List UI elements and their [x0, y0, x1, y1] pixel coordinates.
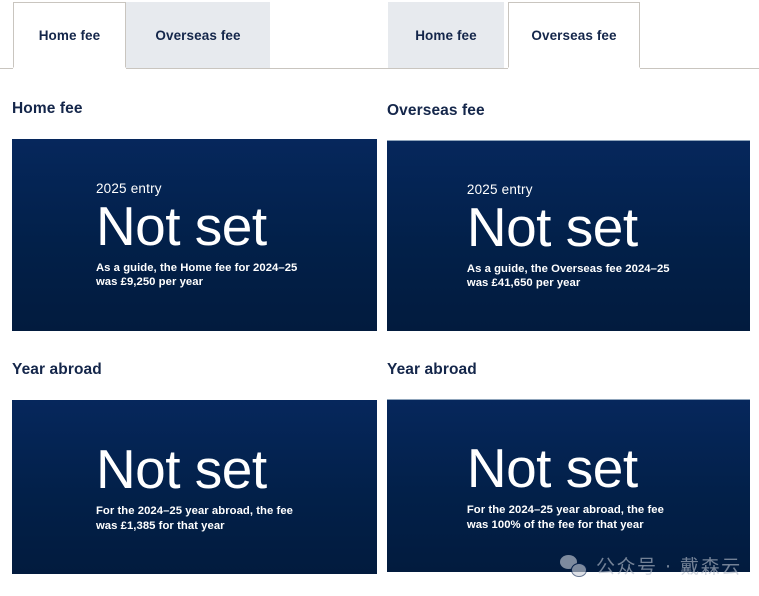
page-title-home-fee: Home fee [12, 100, 83, 117]
entry-year-label: 2025 entry [95, 180, 162, 196]
fee-card-year-abroad: Not set For the 2024–25 year abroad, the… [12, 400, 377, 574]
fee-card-year-abroad: Not set For the 2024–25 year abroad, the… [387, 399, 750, 572]
fee-note: As a guide, the Overseas fee 2024–25 was… [466, 262, 670, 290]
fee-card-content: 2025 entry Not set As a guide, the Overs… [467, 141, 736, 331]
tab-right-home-fee[interactable]: Home fee [388, 2, 504, 68]
section-title-year-abroad: Year abroad [12, 361, 102, 378]
fee-card-content: Not set For the 2024–25 year abroad, the… [96, 400, 362, 574]
entry-year-label: 2025 entry [466, 181, 533, 197]
page-root: Home fee Overseas fee Home fee Overseas … [0, 0, 759, 596]
tab-label: Overseas fee [531, 27, 617, 43]
panel-left: Home fee 2025 entry Not set As a guide, … [0, 70, 380, 574]
fee-card-content: 2025 entry Not set As a guide, the Home … [96, 139, 362, 331]
panel-right: Overseas fee 2025 entry Not set As a gui… [380, 70, 759, 572]
fee-card-content: Not set For the 2024–25 year abroad, the… [467, 400, 736, 572]
tab-label: Overseas fee [155, 27, 241, 43]
tab-left-overseas-fee[interactable]: Overseas fee [126, 2, 270, 68]
tab-strip-rule [126, 68, 380, 69]
fee-value: Not set [95, 438, 267, 500]
tab-left-home-fee[interactable]: Home fee [13, 2, 126, 68]
fee-card-home: 2025 entry Not set As a guide, the Home … [12, 139, 377, 331]
tab-strip-rule [640, 68, 759, 69]
tab-strip-rule [0, 68, 13, 69]
fee-note: As a guide, the Home fee for 2024–25 was… [95, 261, 298, 289]
fee-note: For the 2024–25 year abroad, the fee was… [466, 504, 664, 531]
tab-right-overseas-fee[interactable]: Overseas fee [508, 2, 640, 68]
tab-strip-rule [380, 68, 508, 69]
tab-strip: Home fee Overseas fee Home fee Overseas … [0, 0, 759, 70]
fee-card-overseas: 2025 entry Not set As a guide, the Overs… [387, 140, 750, 331]
fee-note: For the 2024–25 year abroad, the fee was… [95, 505, 294, 532]
page-title-overseas-fee: Overseas fee [387, 102, 485, 119]
tab-label: Home fee [38, 27, 101, 43]
tab-label: Home fee [415, 27, 477, 43]
section-title-year-abroad: Year abroad [387, 361, 477, 378]
fee-value: Not set [466, 437, 638, 499]
fee-value: Not set [466, 195, 638, 258]
fee-value: Not set [95, 194, 267, 257]
